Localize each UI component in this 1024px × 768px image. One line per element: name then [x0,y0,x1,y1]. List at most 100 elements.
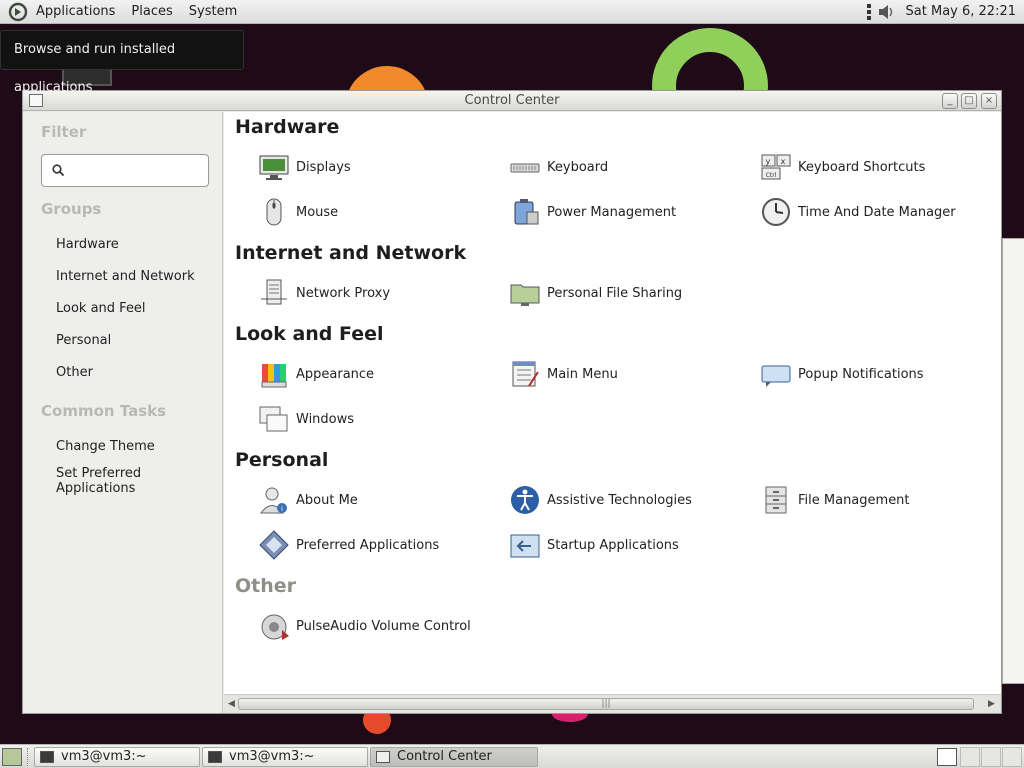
item-appearance[interactable]: Appearance [258,357,374,391]
system-menu[interactable]: System [181,0,245,24]
item-label: Startup Applications [547,537,679,553]
group-hardware[interactable]: Hardware [56,237,119,252]
sidebar: Filter Groups Hardware Internet and Netw… [23,112,223,713]
panel-separator [27,748,31,766]
user-icon: i [260,487,287,514]
horizontal-scrollbar[interactable]: ◀ ||| ▶ [224,694,1001,713]
palette-icon [261,364,287,388]
tooltip: Browse and run installed applications [0,30,244,95]
item-label: About Me [296,492,358,508]
places-menu[interactable]: Places [123,0,180,24]
workspace-4[interactable] [1002,747,1022,767]
maximize-button[interactable]: □ [961,93,977,109]
item-displays[interactable]: Displays [258,150,351,184]
group-personal[interactable]: Personal [56,333,111,348]
content-area: Hardware Displays Keyboard y x Ctrl Keyboa… [224,112,1001,694]
top-panel: Applications Places System Sat May 6, 22… [0,0,1024,24]
minimize-button[interactable]: _ [942,93,958,109]
terminal-icon [208,751,222,763]
item-label: Mouse [296,204,339,220]
group-internet-and-network[interactable]: Internet and Network [56,269,195,284]
item-mouse[interactable]: Mouse [258,195,338,229]
common-tasks-heading: Common Tasks [41,402,167,420]
filter-input[interactable] [70,161,202,181]
item-keyboard[interactable]: Keyboard [509,150,608,184]
taskbar-item-terminal-1[interactable]: vm3@vm3:~ [34,747,200,767]
scroll-right-icon[interactable]: ▶ [988,699,995,709]
item-label: Popup Notifications [798,366,924,382]
item-label: File Management [798,492,910,508]
menu-icon [512,361,539,387]
task-label: vm3@vm3:~ [61,749,147,764]
panel-handle-icon [866,3,871,20]
item-power-management[interactable]: Power Management [509,195,676,229]
task-label: Control Center [397,749,492,764]
group-other[interactable]: Other [56,365,93,380]
item-label: Assistive Technologies [547,492,692,508]
item-label: Appearance [296,366,375,382]
svg-text:Ctrl: Ctrl [766,172,777,179]
taskbar-item-terminal-2[interactable]: vm3@vm3:~ [202,747,368,767]
svg-text:x: x [781,157,786,166]
item-file-management[interactable]: File Management [760,483,910,517]
workspace-3[interactable] [981,747,1001,767]
item-label: Preferred Applications [296,537,440,553]
item-label: Main Menu [547,366,618,382]
show-desktop-button[interactable] [2,748,22,766]
control-center-icon [376,751,390,763]
startup-icon [510,534,540,558]
filter-search-box[interactable] [41,154,209,187]
section-look-and-feel: Look and Feel [235,323,384,345]
item-label: Network Proxy [296,285,391,301]
folder-share-icon [510,284,540,306]
workspace-2[interactable] [960,747,980,767]
filter-heading: Filter [41,123,87,141]
battery-icon [514,199,539,225]
item-label: Windows [296,411,355,427]
item-main-menu[interactable]: Main Menu [509,357,618,391]
task-change-theme[interactable]: Change Theme [56,439,155,454]
item-windows[interactable]: Windows [258,402,354,436]
keyboard-icon [510,163,540,173]
item-personal-file-sharing[interactable]: Personal File Sharing [509,276,682,310]
task-set-preferred-applications[interactable]: Set Preferred Applications [56,466,176,496]
svg-text:i: i [281,505,283,513]
mouse-icon [266,198,282,226]
item-time-and-date-manager[interactable]: Time And Date Manager [760,195,956,229]
item-popup-notifications[interactable]: Popup Notifications [760,357,924,391]
bottom-panel: vm3@vm3:~ vm3@vm3:~ Control Center [0,744,1024,768]
item-label: Keyboard Shortcuts [798,159,926,175]
item-assistive-technologies[interactable]: Assistive Technologies [509,483,692,517]
scroll-left-icon[interactable]: ◀ [228,699,235,709]
item-label: Time And Date Manager [798,204,956,220]
item-keyboard-shortcuts[interactable]: y x Ctrl Keyboard Shortcuts [760,150,925,184]
groups-heading: Groups [41,200,102,218]
item-preferred-applications[interactable]: Preferred Applications [258,528,439,562]
search-icon [52,164,64,176]
workspace-switcher-icon[interactable] [937,748,957,766]
item-label: Displays [296,159,351,175]
item-startup-applications[interactable]: Startup Applications [509,528,679,562]
scrollbar-thumb[interactable]: ||| [238,698,974,710]
section-other: Other [235,575,297,597]
accessibility-icon [511,486,539,514]
close-button[interactable]: × [981,93,997,109]
svg-text:y: y [766,157,771,166]
item-pulseaudio-volume-control[interactable]: PulseAudio Volume Control [258,609,471,643]
windows-icon [259,406,288,432]
window-titlebar[interactable]: Control Center _ □ × [23,91,1001,111]
volume-icon[interactable] [876,2,896,22]
item-about-me[interactable]: i About Me [258,483,358,517]
clock[interactable]: Sat May 6, 22:21 [902,4,1020,19]
item-label: Power Management [547,204,677,220]
section-internet-and-network: Internet and Network [235,242,467,264]
speaker-icon [261,614,289,640]
item-network-proxy[interactable]: Network Proxy [258,276,390,310]
taskbar-item-control-center[interactable]: Control Center [370,747,538,767]
applications-menu[interactable]: Applications [28,0,123,24]
group-look-and-feel[interactable]: Look and Feel [56,301,146,316]
item-label: Personal File Sharing [547,285,683,301]
terminal-icon [40,751,54,763]
background-window[interactable] [1002,238,1024,684]
applications-logo-icon[interactable] [8,2,28,22]
